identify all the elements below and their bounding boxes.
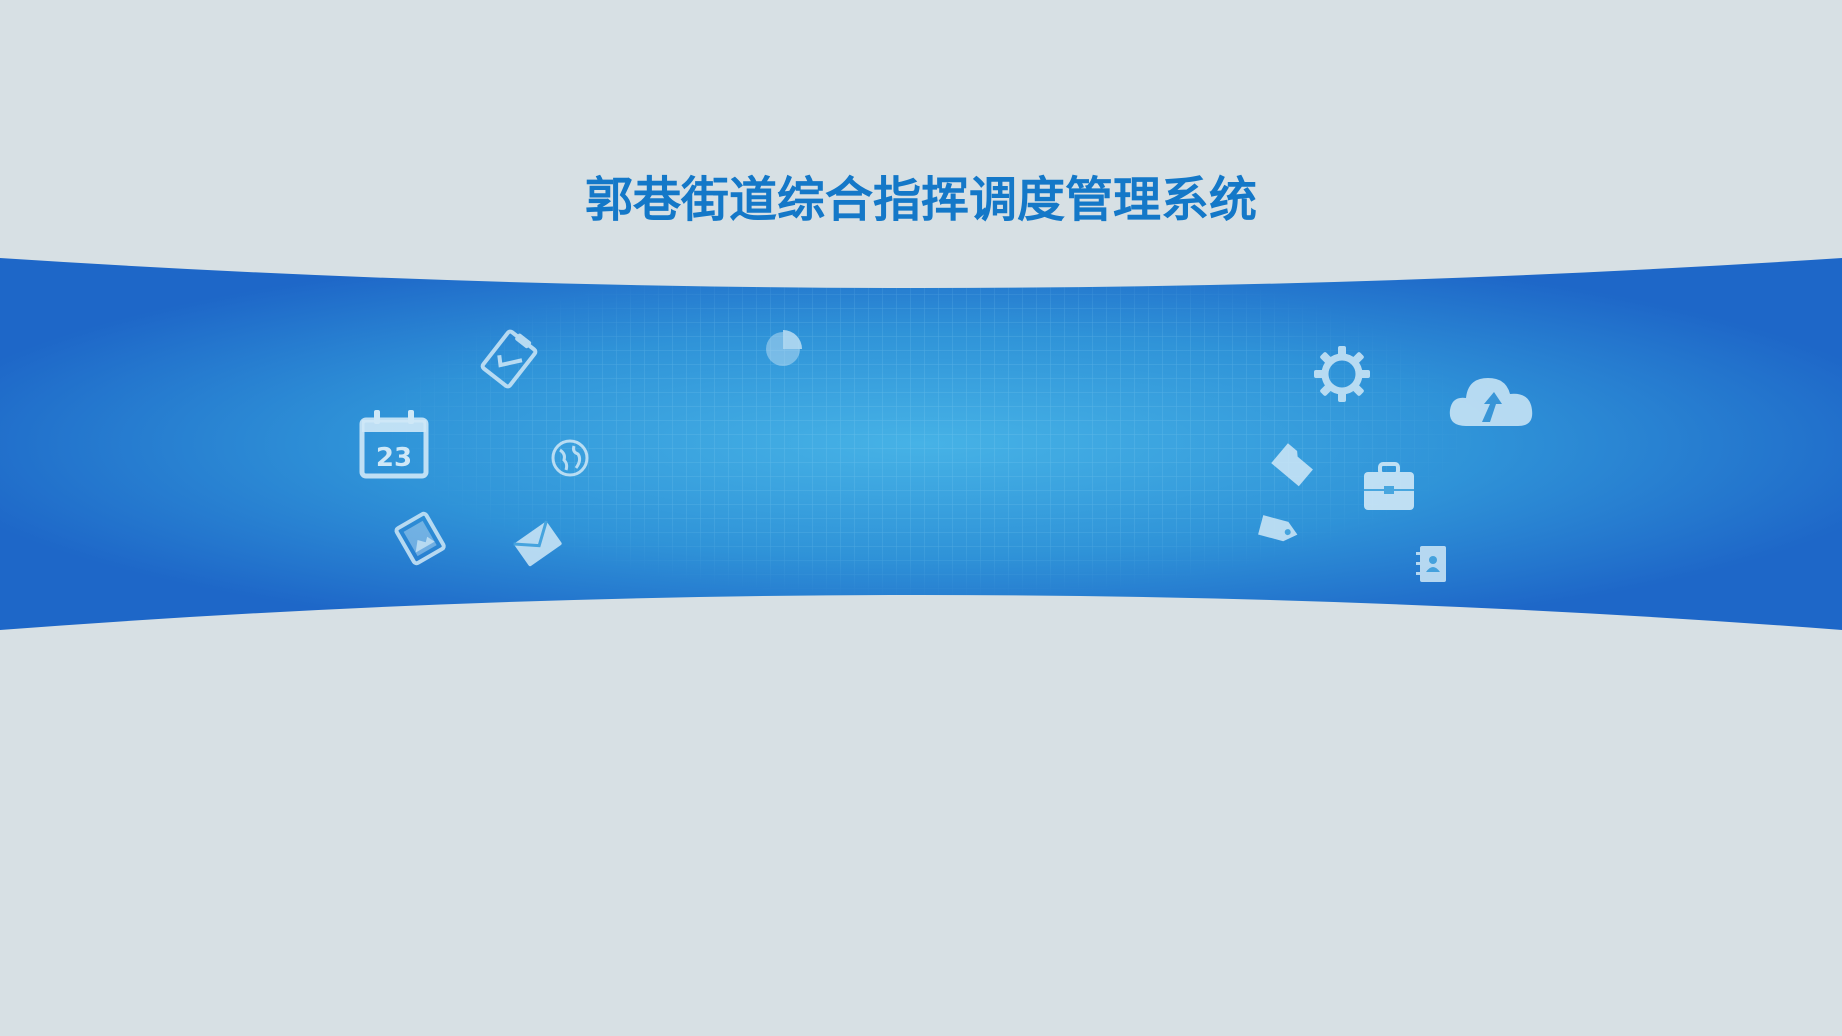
folder-icon [1268, 438, 1320, 490]
pie-chart-icon [762, 328, 804, 370]
briefcase-icon [1360, 460, 1418, 514]
banner-band [0, 258, 1842, 630]
cloud-upload-icon [1444, 364, 1540, 444]
calendar-day: 23 [376, 443, 412, 473]
login-page: 郭巷街道综合指挥调度管理系统 23 [0, 0, 1842, 1036]
clipboard-check-icon [478, 328, 540, 390]
page-title: 郭巷街道综合指挥调度管理系统 [584, 172, 1257, 229]
calendar-icon: 23 [358, 408, 430, 480]
tag-icon [1256, 512, 1304, 548]
gear-icon [1312, 344, 1372, 404]
photo-gallery-icon [393, 508, 449, 568]
envelope-icon [510, 516, 566, 572]
contact-book-icon [1412, 542, 1452, 586]
globe-icon [550, 438, 590, 478]
